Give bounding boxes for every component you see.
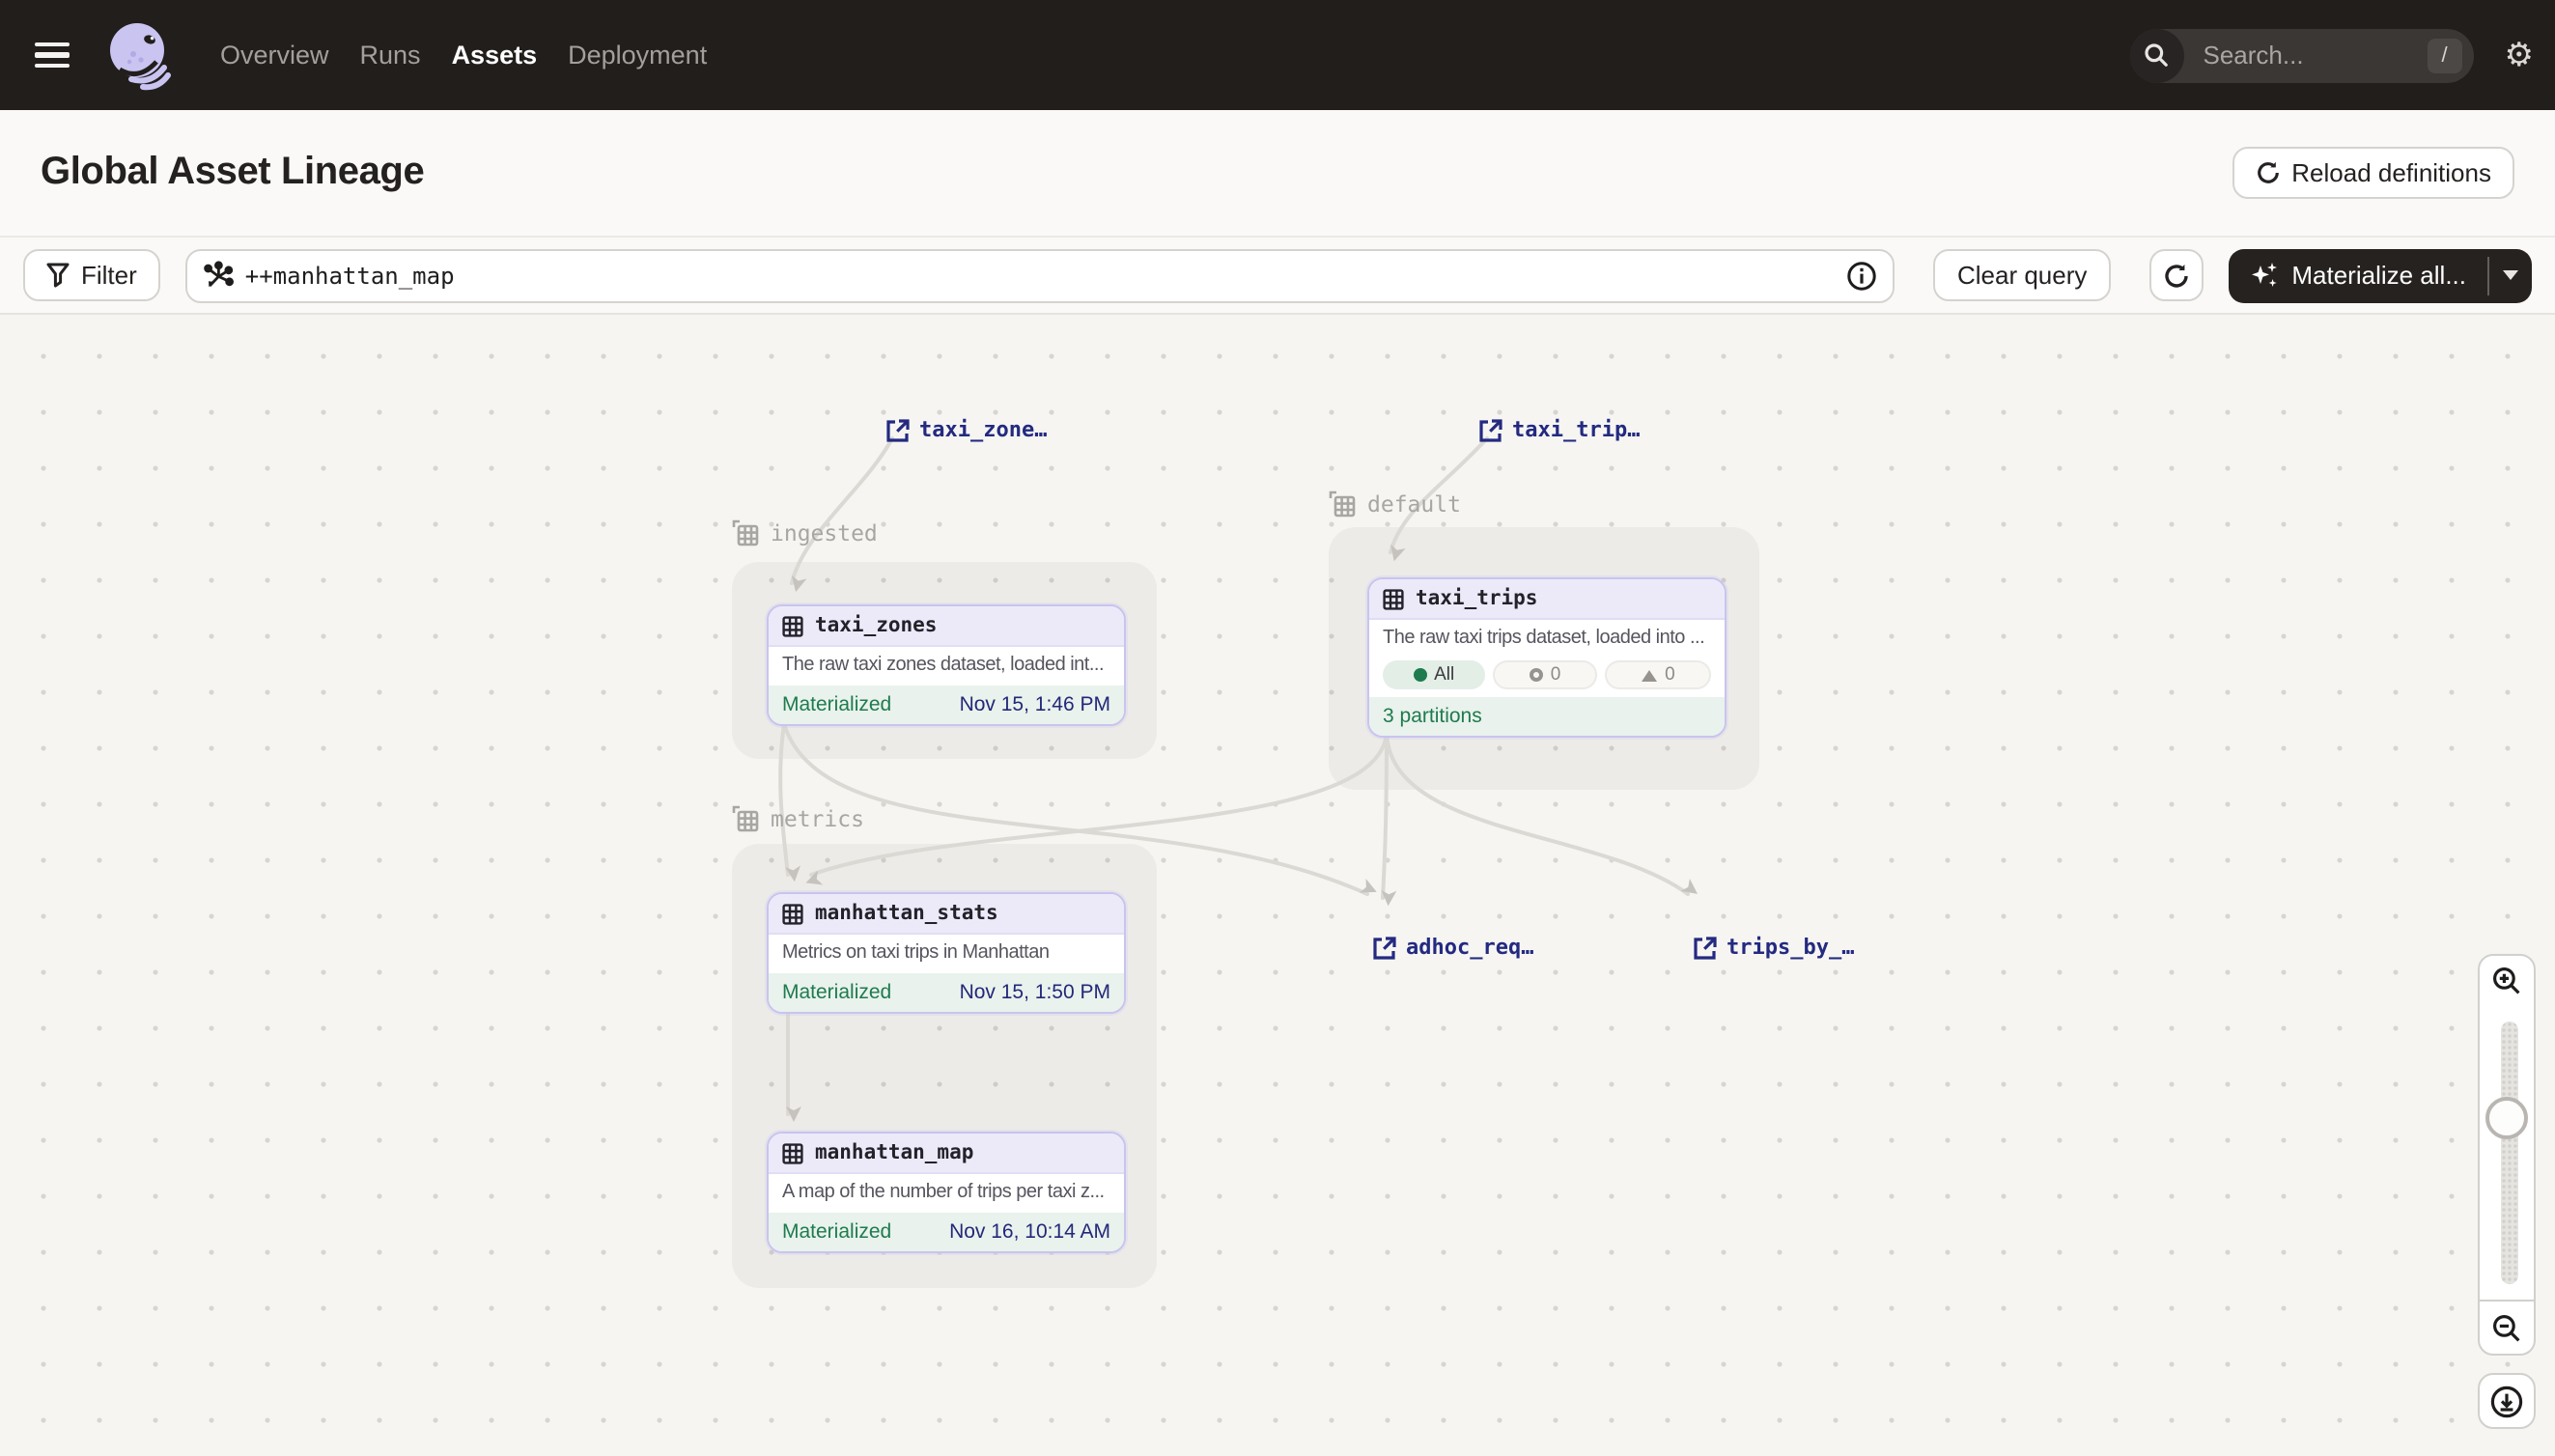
asset-name: manhattan_map bbox=[815, 1141, 973, 1164]
zoom-in-icon bbox=[2491, 965, 2522, 995]
table-icon bbox=[782, 1142, 803, 1163]
sparkles-icon bbox=[2249, 261, 2278, 290]
search-input[interactable] bbox=[2200, 39, 2393, 71]
zoom-out-button[interactable] bbox=[2478, 1300, 2536, 1356]
asset-query-input[interactable] bbox=[185, 248, 1895, 302]
filter-button[interactable]: Filter bbox=[23, 249, 160, 301]
group-label-default[interactable]: default bbox=[1329, 490, 1461, 518]
materialization-timestamp[interactable]: Nov 15, 1:50 PM bbox=[960, 981, 1110, 1004]
zoom-out-icon bbox=[2491, 1312, 2522, 1343]
zoom-slider-thumb[interactable] bbox=[2485, 1097, 2528, 1139]
asset-node-manhattan-map[interactable]: manhattan_map A map of the number of tri… bbox=[767, 1132, 1126, 1253]
asset-name: taxi_trips bbox=[1416, 587, 1537, 610]
asset-name: manhattan_stats bbox=[815, 902, 998, 925]
materialize-dropdown-caret[interactable] bbox=[2489, 248, 2532, 302]
partitions-summary[interactable]: 3 partitions bbox=[1383, 705, 1482, 728]
table-icon bbox=[1383, 588, 1404, 609]
external-link-icon bbox=[886, 418, 910, 441]
asset-node-manhattan-stats[interactable]: manhattan_stats Metrics on taxi trips in… bbox=[767, 892, 1126, 1014]
zoom-in-button[interactable] bbox=[2478, 954, 2536, 1006]
table-icon bbox=[782, 615, 803, 636]
asset-description: A map of the number of trips per taxi z.… bbox=[769, 1174, 1124, 1213]
materialized-dot-icon bbox=[1413, 668, 1426, 682]
nav-item-deployment[interactable]: Deployment bbox=[568, 41, 707, 70]
external-asset-taxi-zone[interactable]: taxi_zone… bbox=[886, 417, 1047, 442]
asset-name: taxi_zones bbox=[815, 614, 937, 637]
search-shortcut-key: / bbox=[2428, 38, 2462, 72]
asset-group-icon bbox=[1329, 490, 1356, 518]
asset-graph-icon bbox=[203, 260, 234, 291]
app-window: Overview Runs Assets Deployment / ⚙ Glob… bbox=[0, 0, 2555, 1456]
missing-triangle-icon bbox=[1642, 669, 1657, 681]
status-badge: Materialized bbox=[782, 981, 891, 1004]
partitions-failed-pill[interactable]: 0 bbox=[1492, 660, 1597, 689]
asset-query-field bbox=[185, 248, 1895, 302]
lineage-edges bbox=[0, 315, 2555, 1456]
filter-funnel-icon bbox=[46, 263, 70, 288]
download-icon bbox=[2489, 1384, 2524, 1418]
zoom-controls bbox=[2478, 954, 2536, 1429]
asset-group-icon bbox=[732, 519, 759, 546]
materialize-all-button[interactable]: Materialize all... bbox=[2228, 248, 2532, 302]
dagster-logo-icon[interactable] bbox=[104, 18, 174, 92]
failed-ring-icon bbox=[1530, 668, 1543, 682]
top-nav: Overview Runs Assets Deployment / ⚙ bbox=[0, 0, 2555, 110]
nav-links: Overview Runs Assets Deployment bbox=[220, 41, 707, 70]
page-title: Global Asset Lineage bbox=[41, 151, 424, 195]
external-link-icon bbox=[1373, 936, 1396, 959]
search-icon bbox=[2130, 28, 2184, 82]
status-badge: Materialized bbox=[782, 1220, 891, 1244]
zoom-slider-track bbox=[2500, 1022, 2517, 1284]
refresh-icon bbox=[2255, 160, 2280, 185]
external-link-icon bbox=[1694, 936, 1717, 959]
download-graph-button[interactable] bbox=[2478, 1373, 2536, 1429]
lineage-toolbar: Filter Clear query bbox=[0, 238, 2555, 315]
settings-gear-icon[interactable]: ⚙ bbox=[2505, 39, 2535, 71]
zoom-slider[interactable] bbox=[2478, 1004, 2536, 1302]
asset-description: Metrics on taxi trips in Manhattan bbox=[769, 935, 1124, 973]
nav-item-assets[interactable]: Assets bbox=[452, 41, 538, 70]
page-header: Global Asset Lineage Reload definitions bbox=[0, 110, 2555, 238]
clear-query-button[interactable]: Clear query bbox=[1934, 249, 2110, 301]
external-asset-trips-by[interactable]: trips_by_… bbox=[1694, 935, 1854, 960]
chevron-down-icon bbox=[2503, 270, 2518, 280]
reload-definitions-button[interactable]: Reload definitions bbox=[2232, 147, 2514, 199]
query-info-icon[interactable] bbox=[1847, 260, 1878, 291]
external-asset-adhoc-req[interactable]: adhoc_req… bbox=[1373, 935, 1533, 960]
status-badge: Materialized bbox=[782, 693, 891, 716]
asset-group-icon bbox=[732, 805, 759, 832]
menu-icon[interactable] bbox=[35, 42, 70, 69]
external-asset-taxi-trip[interactable]: taxi_trip… bbox=[1479, 417, 1640, 442]
asset-description: The raw taxi trips dataset, loaded into … bbox=[1369, 620, 1725, 658]
table-icon bbox=[782, 903, 803, 924]
materialization-timestamp[interactable]: Nov 15, 1:46 PM bbox=[960, 693, 1110, 716]
group-label-ingested[interactable]: ingested bbox=[732, 519, 878, 546]
refresh-icon bbox=[2162, 262, 2189, 289]
global-search[interactable]: / bbox=[2130, 28, 2474, 82]
materialization-timestamp[interactable]: Nov 16, 10:14 AM bbox=[949, 1220, 1110, 1244]
asset-description: The raw taxi zones dataset, loaded int..… bbox=[769, 647, 1124, 686]
group-label-metrics[interactable]: metrics bbox=[732, 805, 864, 832]
partition-health-row: All 0 0 bbox=[1369, 658, 1725, 697]
partitions-missing-pill[interactable]: 0 bbox=[1606, 660, 1711, 689]
refresh-query-button[interactable] bbox=[2148, 249, 2203, 301]
partitions-materialized-pill[interactable]: All bbox=[1383, 660, 1484, 689]
asset-node-taxi-trips[interactable]: taxi_trips The raw taxi trips dataset, l… bbox=[1367, 577, 1727, 738]
asset-node-taxi-zones[interactable]: taxi_zones The raw taxi zones dataset, l… bbox=[767, 604, 1126, 726]
nav-item-runs[interactable]: Runs bbox=[360, 41, 421, 70]
external-link-icon bbox=[1479, 418, 1502, 441]
lineage-canvas[interactable]: ingested default metrics taxi_zone… taxi… bbox=[0, 315, 2555, 1456]
nav-item-overview[interactable]: Overview bbox=[220, 41, 329, 70]
